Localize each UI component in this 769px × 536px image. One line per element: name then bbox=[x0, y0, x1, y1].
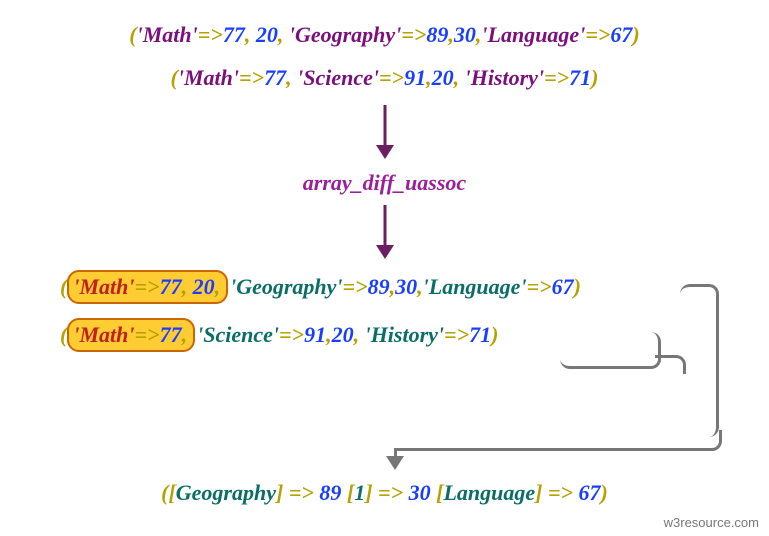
connector-line bbox=[560, 332, 661, 369]
input-array-1: ('Math'=>77, 20, 'Geography'=>89,30,'Lan… bbox=[0, 22, 769, 48]
attribution-text: w3resource.com bbox=[664, 515, 759, 530]
connector-line bbox=[655, 355, 686, 374]
arrowhead-icon bbox=[386, 456, 404, 470]
input-array-2: ('Math'=>77, 'Science'=>91,20, 'History'… bbox=[0, 65, 769, 91]
arrowhead-icon bbox=[376, 245, 394, 259]
arrowhead-icon bbox=[376, 145, 394, 159]
output-array: ([Geography] => 89 [1] => 30 [Language] … bbox=[0, 480, 769, 506]
highlight-match: 'Math'=>77, bbox=[67, 318, 195, 352]
function-name: array_diff_uassoc bbox=[0, 170, 769, 196]
highlight-match: 'Math'=>77, 20, bbox=[67, 270, 228, 304]
diff-row-1: ('Math'=>77, 20,'Geography'=>89,30,'Lang… bbox=[60, 270, 581, 304]
connector-line bbox=[680, 284, 719, 437]
down-arrow-icon bbox=[383, 105, 386, 145]
connector-line bbox=[395, 430, 722, 451]
down-arrow-icon bbox=[383, 205, 386, 245]
diff-row-2: ('Math'=>77,'Science'=>91,20, 'History'=… bbox=[60, 318, 498, 352]
